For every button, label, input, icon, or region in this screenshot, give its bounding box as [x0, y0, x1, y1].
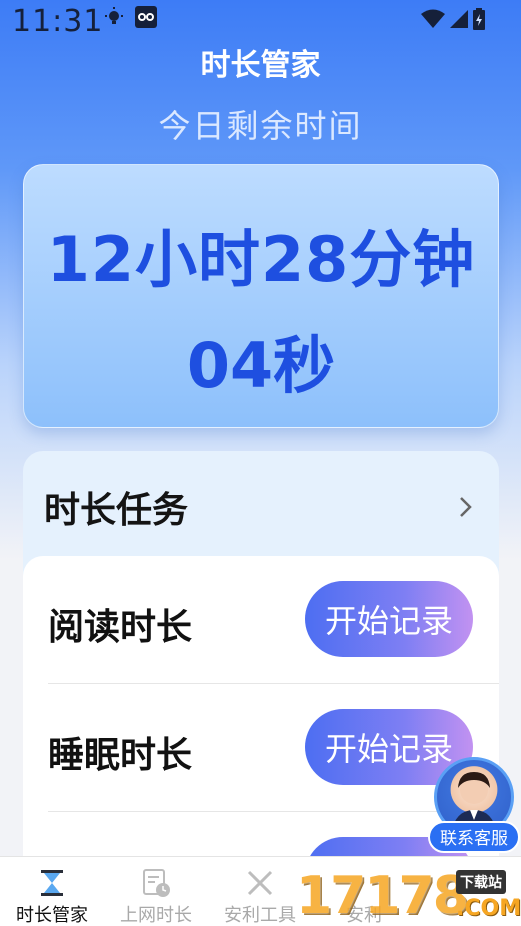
task-name: 睡眠时长	[48, 735, 193, 776]
page-subtitle: 今日剩余时间	[158, 107, 363, 145]
remaining-time-card: 12小时28分钟 04秒	[23, 164, 499, 428]
site-watermark: 17178 下载站 .COM	[296, 866, 521, 926]
watermark-number: 17178	[296, 866, 469, 926]
page-title: 时长管家	[200, 48, 321, 83]
signal-icon	[449, 9, 469, 33]
customer-service-button[interactable]: 联系客服	[428, 757, 520, 857]
task-name: 阅读时长	[48, 607, 193, 648]
watermark-download: 下载站	[456, 870, 506, 894]
remaining-time-seconds: 04秒	[186, 329, 336, 402]
customer-service-label: 联系客服	[428, 821, 520, 853]
start-record-button[interactable]: 开始记录	[305, 581, 473, 657]
status-time: 11:31	[12, 4, 104, 39]
wifi-icon	[421, 9, 445, 33]
hourglass-icon	[37, 868, 67, 898]
tab-label: 时长管家	[16, 905, 88, 926]
tasks-panel-title[interactable]: 时长任务	[44, 481, 188, 533]
tools-icon	[245, 868, 275, 898]
chevron-right-icon[interactable]	[459, 495, 473, 523]
remaining-time-hours-minutes: 12小时28分钟	[46, 223, 476, 296]
tab-online-time[interactable]: 上网时长	[104, 857, 208, 926]
list-item: 阅读时长 开始记录	[23, 556, 499, 684]
tab-label: 上网时长	[120, 905, 192, 926]
status-bar: 11:31	[0, 0, 521, 44]
status-icons	[421, 8, 485, 34]
tab-time-manager[interactable]: 时长管家	[0, 857, 104, 926]
app-notification-icon	[135, 6, 157, 28]
lightbulb-icon	[104, 7, 124, 31]
watermark-domain: .COM	[456, 896, 521, 921]
battery-icon	[473, 8, 485, 34]
browser-clock-icon	[141, 868, 171, 898]
